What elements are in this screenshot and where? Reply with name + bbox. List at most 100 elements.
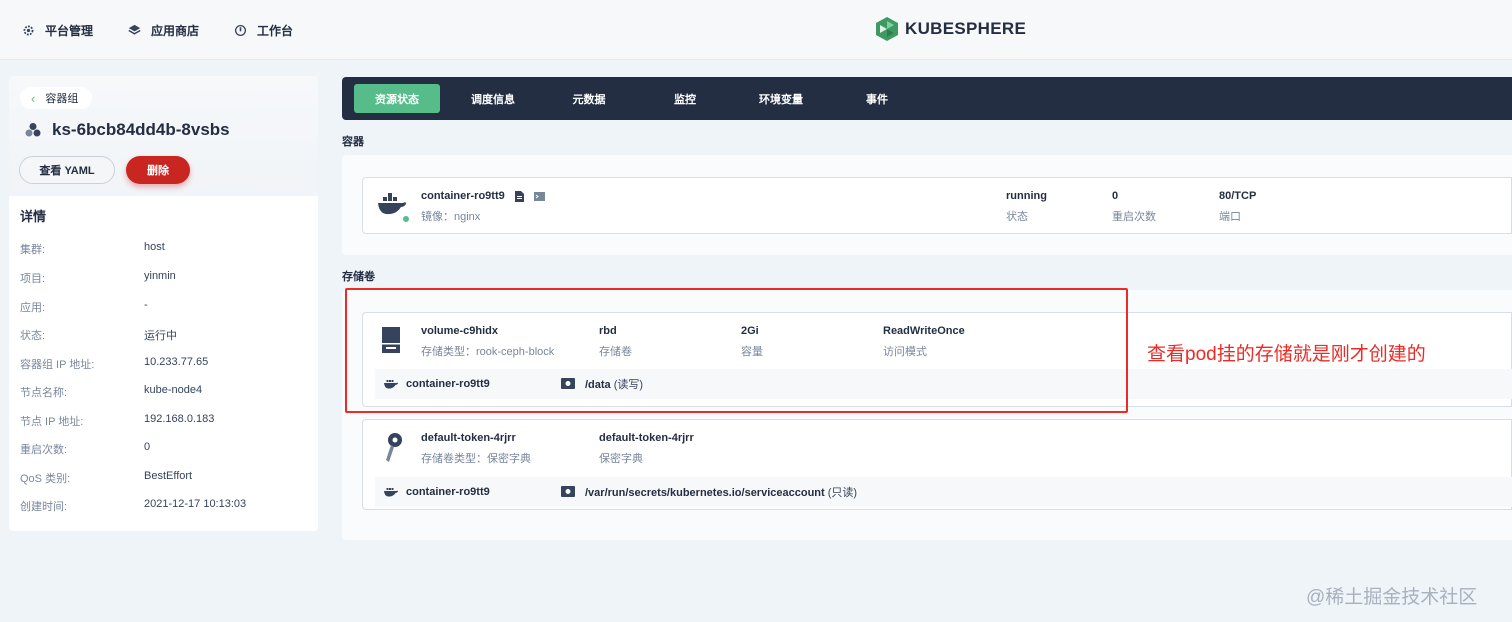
container-status-cell: running 状态 [1006,190,1047,224]
volume-type: 存储卷类型：保密字典 [421,453,531,465]
containers-section-title: 容器 [342,136,364,148]
detail-key: 状态: [20,330,46,342]
tab-env-variables[interactable]: 环境变量 [738,84,824,113]
back-label: 容器组 [45,93,79,105]
annotation-text: 查看pod挂的存储就是刚才创建的 [1147,344,1426,365]
mount-path: /data (读写) [585,376,643,392]
pod-detail-card: ‹ 容器组 ks-6bcb84dd4b-8vsbs 查看 YAML 删除 详情 … [9,76,318,531]
mount-path-value: /var/run/secrets/kubernetes.io/serviceac… [585,487,825,499]
watermark: @稀土掘金技术社区 [1306,587,1478,608]
container-status-dot [402,215,410,223]
docker-icon [384,488,398,497]
detail-row-node-ip: 节点 IP 地址: 192.168.0.183 [20,413,310,429]
mount-container-name: container-ro9tt9 [406,486,490,498]
nav-platform-management[interactable]: 平台管理 [21,22,93,39]
docker-icon [378,193,406,215]
nav-workbench-label: 工作台 [257,23,294,38]
container-restarts-cell: 0 重启次数 [1112,190,1156,224]
container-port-value: 80/TCP [1219,190,1257,202]
detail-value: - [144,299,148,311]
key-icon [386,433,402,462]
top-bar: 平台管理 应用商店 工作台 KUBESPHERE [0,0,1512,60]
detail-row-created: 创建时间: 2021-12-17 10:13:03 [20,498,310,514]
volumes-panel: volume-c9hidx 存储类型：rook-ceph-block rbd 存… [342,290,1512,540]
app-store-icon [127,23,141,37]
detail-row-qos: QoS 类别: BestEffort [20,470,310,486]
volumes-section-title: 存储卷 [342,271,375,283]
tab-metadata[interactable]: 元数据 [546,84,632,113]
disk-icon [382,327,400,353]
detail-row-restarts: 重启次数: 0 [20,441,310,457]
tab-monitoring[interactable]: 监控 [642,84,728,113]
delete-button[interactable]: 删除 [126,156,190,184]
page-title: ks-6bcb84dd4b-8vsbs [25,120,230,140]
pod-header: ‹ 容器组 ks-6bcb84dd4b-8vsbs 查看 YAML 删除 [9,76,318,196]
detail-value: host [144,241,165,253]
volume-secret-label: 保密字典 [599,453,643,465]
back-to-pods-button[interactable]: ‹ 容器组 [20,87,93,109]
detail-row-node-name: 节点名称: kube-node4 [20,384,310,400]
detail-key: 节点 IP 地址: [20,416,84,428]
volume-class-label: 存储卷 [599,346,632,358]
detail-value: 2021-12-17 10:13:03 [144,498,247,510]
container-logs-icon[interactable] [514,190,524,202]
volume-access-mode-label: 访问模式 [883,346,927,358]
kubesphere-logo-icon [876,17,898,41]
containers-panel: container-ro9tt9 镜像：nginx running 状态 0 重… [342,155,1512,255]
detail-key: 容器组 IP 地址: [20,359,95,371]
volume-name: default-token-4rjrr [421,432,516,444]
detail-key: 重启次数: [20,444,68,456]
container-status-label: 状态 [1006,211,1028,223]
tab-events[interactable]: 事件 [834,84,920,113]
container-name: container-ro9tt9 [421,190,505,202]
detail-value: 0 [144,441,151,453]
tab-scheduling-info[interactable]: 调度信息 [450,84,536,113]
nav-workbench[interactable]: 工作台 [233,22,293,39]
detail-value: 运行中 [144,330,177,342]
volume-card[interactable]: default-token-4rjrr 存储卷类型：保密字典 default-t… [362,419,1512,510]
volume-capacity-cell: 2Gi 容量 [741,325,763,359]
mount-path-value: /data [585,379,611,391]
detail-row-pod-ip: 容器组 IP 地址: 10.233.77.65 [20,356,310,372]
detail-key: 项目: [20,273,46,285]
volume-access-mode-value: ReadWriteOnce [883,325,965,337]
volume-name-cell: volume-c9hidx 存储类型：rook-ceph-block [421,325,554,359]
volume-name-cell: default-token-4rjrr 存储卷类型：保密字典 [421,432,531,466]
detail-row-app: 应用: - [20,299,310,315]
volume-class-value: rbd [599,325,617,337]
top-nav: 平台管理 应用商店 工作台 [21,0,327,60]
view-yaml-button[interactable]: 查看 YAML [19,156,115,184]
container-restarts-value: 0 [1112,190,1119,202]
volume-capacity-label: 容量 [741,346,763,358]
terminal-icon[interactable] [533,191,545,201]
volume-name: volume-c9hidx [421,325,499,337]
tab-resource-status[interactable]: 资源状态 [354,84,440,113]
detail-value: kube-node4 [144,384,203,396]
volume-access-mode-cell: ReadWriteOnce 访问模式 [883,325,965,359]
detail-value: 10.233.77.65 [144,356,209,368]
container-port-cell: 80/TCP 端口 [1219,190,1256,224]
container-status-value: running [1006,190,1047,202]
container-card[interactable]: container-ro9tt9 镜像：nginx running 状态 0 重… [362,177,1512,234]
pod-icon [25,123,41,137]
volume-class-cell: rbd 存储卷 [599,325,632,359]
kubesphere-logo[interactable]: KUBESPHERE [876,17,1026,41]
detail-key: 应用: [20,302,46,314]
volume-mount-row: container-ro9tt9 /var/run/secrets/kubern… [375,477,1512,507]
mount-path: /var/run/secrets/kubernetes.io/serviceac… [585,484,857,500]
detail-value: yinmin [144,270,176,282]
mount-disk-icon [561,486,575,497]
volume-secret-cell: default-token-4rjrr 保密字典 [599,432,694,466]
volume-capacity-value: 2Gi [741,325,759,337]
nav-app-store[interactable]: 应用商店 [127,22,199,39]
logo-text: KUBESPHERE [905,19,1027,38]
pod-name: ks-6bcb84dd4b-8vsbs [52,120,230,139]
container-port-label: 端口 [1219,211,1241,223]
details-title: 详情 [20,209,47,224]
container-name-cell: container-ro9tt9 镜像：nginx [421,190,545,224]
chevron-left-icon: ‹ [31,90,36,106]
nav-platform-management-label: 平台管理 [45,23,94,38]
detail-key: 集群: [20,244,46,256]
volume-secret-value: default-token-4rjrr [599,432,694,444]
docker-icon [384,380,398,389]
